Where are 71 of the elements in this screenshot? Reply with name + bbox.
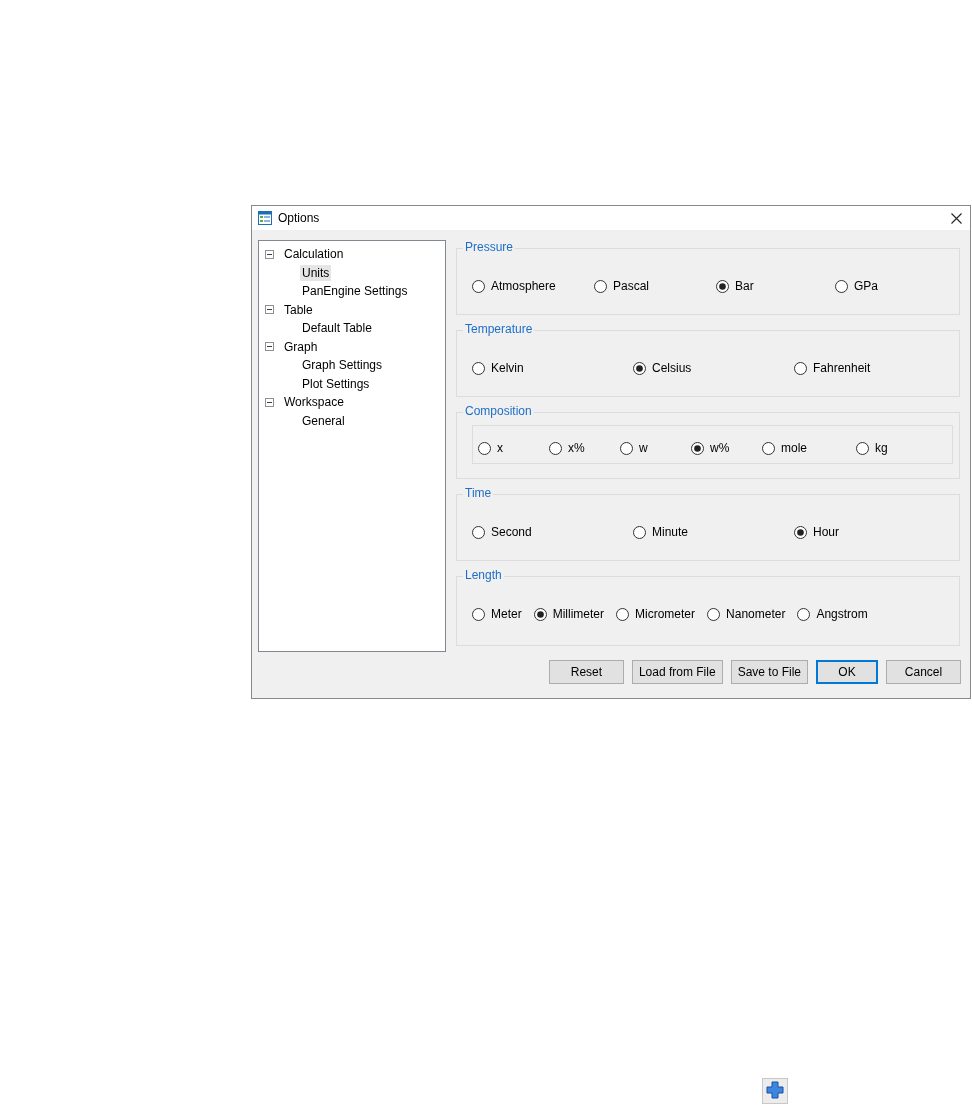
tree-item[interactable]: Graph Settings	[300, 357, 385, 374]
radio-button[interactable]	[533, 607, 547, 621]
radio-option[interactable]: x%	[549, 441, 620, 455]
tree-item[interactable]: Units	[300, 264, 332, 281]
radio-option[interactable]: kg	[856, 441, 916, 455]
radio-option[interactable]: GPa	[835, 279, 895, 293]
tree-item[interactable]: Default Table	[300, 320, 374, 337]
radio-button[interactable]	[616, 607, 630, 621]
group-title: Time	[463, 486, 494, 500]
radio-button[interactable]	[472, 607, 485, 621]
list-window-icon	[258, 211, 272, 225]
radio-button[interactable]	[794, 525, 807, 539]
radio-button[interactable]	[472, 279, 485, 293]
radio-button[interactable]	[762, 441, 775, 455]
group-title: Length	[463, 568, 504, 582]
radio-button[interactable]	[797, 607, 811, 621]
collapse-icon[interactable]	[265, 249, 274, 259]
radio-button[interactable]	[633, 525, 646, 539]
radio-option[interactable]: Minute	[633, 525, 794, 539]
radio-button[interactable]	[716, 279, 729, 293]
group-title: Temperature	[463, 322, 535, 336]
radio-button[interactable]	[472, 525, 485, 539]
radio-button[interactable]	[856, 441, 869, 455]
radio-option[interactable]: Celsius	[633, 361, 794, 375]
radio-option[interactable]: mole	[762, 441, 856, 455]
collapse-icon[interactable]	[265, 397, 274, 407]
dialog-button[interactable]: Save to File	[730, 660, 808, 684]
collapse-icon[interactable]	[265, 305, 274, 315]
tree-item[interactable]: Graph	[282, 338, 320, 355]
radio-option[interactable]: Nanometer	[707, 607, 786, 621]
radio-option[interactable]: Millimeter	[533, 607, 605, 621]
radio-button[interactable]	[691, 441, 704, 455]
radio-option[interactable]: w%	[691, 441, 762, 455]
radio-button[interactable]	[594, 279, 607, 293]
add-button[interactable]	[762, 1078, 788, 1104]
radio-option[interactable]: Kelvin	[472, 361, 633, 375]
radio-option[interactable]: Hour	[794, 525, 894, 539]
radio-button[interactable]	[794, 361, 807, 375]
radio-option[interactable]: Second	[472, 525, 633, 539]
tree-item[interactable]: General	[300, 412, 347, 429]
radio-option[interactable]: Fahrenheit	[794, 361, 894, 375]
window-title: Options	[278, 211, 321, 225]
dialog-button[interactable]: OK	[816, 660, 878, 684]
tree-item[interactable]: PanEngine Settings	[300, 283, 410, 300]
radio-option[interactable]: x	[478, 441, 549, 455]
radio-option[interactable]: Pascal	[594, 279, 716, 293]
radio-option[interactable]: Atmosphere	[472, 279, 594, 293]
radio-option[interactable]: w	[620, 441, 691, 455]
group-title: Pressure	[463, 240, 516, 254]
radio-button[interactable]	[620, 441, 633, 455]
radio-button[interactable]	[835, 279, 848, 293]
radio-button[interactable]	[549, 441, 562, 455]
dialog-button[interactable]: Cancel	[886, 660, 961, 684]
radio-option[interactable]: Bar	[716, 279, 835, 293]
tree-item[interactable]: Workspace	[282, 394, 346, 411]
radio-option[interactable]: Angstrom	[797, 607, 868, 621]
radio-button[interactable]	[472, 361, 485, 375]
radio-button[interactable]	[478, 441, 491, 455]
radio-option[interactable]: Micrometer	[616, 607, 696, 621]
dialog-button[interactable]: Load from File	[631, 660, 723, 684]
radio-button[interactable]	[707, 607, 721, 621]
group-title: Composition	[463, 404, 534, 418]
collapse-icon[interactable]	[265, 342, 274, 352]
dialog-button[interactable]: Reset	[548, 660, 624, 684]
tree-item[interactable]: Calculation	[282, 246, 346, 263]
plus-icon	[765, 1079, 785, 1100]
radio-option[interactable]: Meter	[472, 607, 522, 621]
close-icon	[950, 212, 962, 224]
radio-button[interactable]	[633, 361, 646, 375]
tree-item[interactable]: Table	[282, 301, 315, 318]
tree-item[interactable]: Plot Settings	[300, 375, 372, 392]
